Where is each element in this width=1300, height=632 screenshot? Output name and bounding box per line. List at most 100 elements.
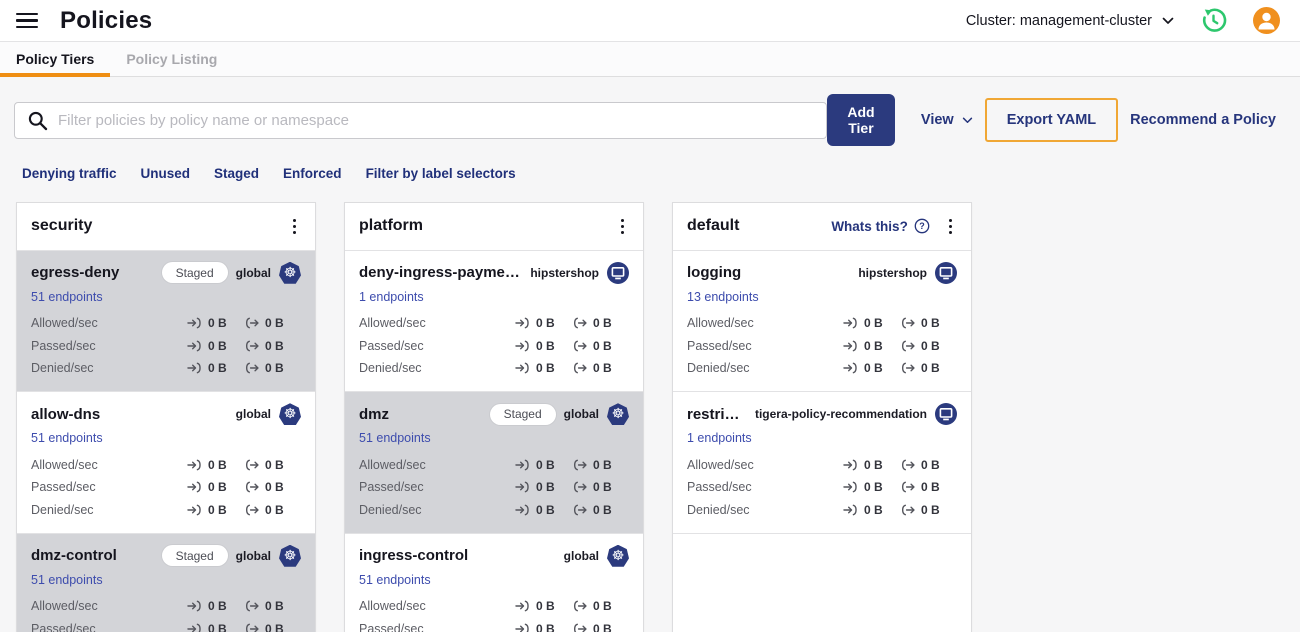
stat-label: Passed/sec	[31, 621, 96, 632]
egress-arrow-icon	[573, 600, 587, 612]
kebab-menu-icon[interactable]	[288, 215, 301, 238]
policy-card-egress-deny[interactable]: egress-deny Staged global ☸ 51 endpoints…	[17, 249, 315, 392]
stat-row: Allowed/sec 0 B 0 B	[359, 312, 629, 335]
tier-header: default Whats this? ?	[673, 203, 971, 250]
hamburger-icon[interactable]	[14, 9, 40, 33]
export-yaml-button[interactable]: Export YAML	[1007, 112, 1096, 128]
ingress-arrow-icon	[843, 504, 857, 515]
endpoints-link[interactable]: 13 endpoints	[687, 290, 759, 304]
egress-arrow-icon	[573, 362, 587, 374]
user-avatar-icon[interactable]	[1253, 7, 1280, 34]
policy-card-dmz[interactable]: dmz Staged global ☸ 51 endpoints Allowed…	[345, 391, 643, 533]
recommend-policy-button[interactable]: Recommend a Policy	[1130, 112, 1276, 128]
endpoints-link[interactable]: 1 endpoints	[687, 431, 752, 445]
ingress-stat: 0 B	[843, 316, 900, 330]
policy-card-restricted[interactable]: restricted tigera-policy-recommendation …	[673, 391, 971, 533]
search-input[interactable]	[58, 111, 814, 129]
chevron-down-icon	[1162, 17, 1174, 24]
policy-name: restricted	[687, 405, 747, 423]
endpoints-link[interactable]: 1 endpoints	[359, 290, 424, 304]
stat-label: Allowed/sec	[359, 457, 426, 472]
stat-row: Denied/sec 0 B 0 B	[359, 357, 629, 380]
egress-value: 0 B	[921, 480, 940, 494]
policy-card-dmz-control[interactable]: dmz-control Staged global ☸ 51 endpoints…	[17, 532, 315, 632]
filter-staged[interactable]: Staged	[214, 166, 259, 181]
tab-policy-tiers[interactable]: Policy Tiers	[0, 42, 111, 77]
history-icon[interactable]	[1200, 7, 1227, 34]
egress-stat: 0 B	[244, 503, 301, 517]
stat-row: Passed/sec 0 B 0 B	[359, 476, 629, 499]
kubernetes-icon: ☸	[279, 261, 301, 284]
policy-scope-label: global	[235, 265, 271, 280]
egress-value: 0 B	[265, 502, 284, 517]
ingress-stat: 0 B	[843, 503, 900, 517]
ingress-stat: 0 B	[843, 339, 900, 353]
view-dropdown[interactable]: View	[921, 112, 973, 128]
policy-name: deny-ingress-paymentservi…	[359, 264, 522, 282]
stat-label: Denied/sec	[31, 361, 94, 375]
stat-row: Allowed/sec 0 B 0 B	[31, 312, 301, 335]
endpoints-link[interactable]: 51 endpoints	[31, 431, 103, 445]
endpoints-link[interactable]: 51 endpoints	[31, 573, 103, 587]
ingress-stat: 0 B	[187, 339, 244, 353]
kubernetes-icon: ☸	[279, 544, 301, 567]
ingress-value: 0 B	[536, 338, 555, 353]
policy-card-header: allow-dns global ☸	[31, 403, 301, 426]
search-icon	[28, 111, 48, 130]
kebab-menu-icon[interactable]	[944, 215, 957, 238]
egress-stat: 0 B	[900, 503, 957, 517]
policy-card-header: dmz Staged global ☸	[359, 403, 629, 426]
staged-badge: Staged	[161, 262, 228, 284]
endpoints-link[interactable]: 51 endpoints	[359, 431, 431, 445]
policy-card-deny-ingress-paymentservi[interactable]: deny-ingress-paymentservi… hipstershop ☸…	[345, 249, 643, 392]
whats-this-link[interactable]: Whats this? ?	[831, 218, 930, 234]
egress-value: 0 B	[921, 457, 940, 472]
egress-arrow-icon	[573, 459, 587, 470]
egress-arrow-icon	[573, 504, 587, 515]
endpoints-link[interactable]: 51 endpoints	[359, 573, 431, 587]
egress-arrow-icon	[901, 481, 915, 493]
kebab-menu-icon[interactable]	[616, 215, 629, 238]
filter-unused[interactable]: Unused	[141, 166, 191, 181]
ingress-arrow-icon	[515, 600, 529, 612]
endpoints-link[interactable]: 51 endpoints	[31, 290, 103, 304]
egress-stat: 0 B	[572, 480, 629, 494]
egress-arrow-icon	[901, 504, 915, 515]
ingress-arrow-icon	[515, 623, 529, 632]
policy-card-allow-dns[interactable]: allow-dns global ☸ 51 endpoints Allowed/…	[17, 391, 315, 533]
egress-value: 0 B	[593, 361, 612, 375]
policy-stats: Allowed/sec0 B0 BPassed/sec0 B0 BDenied/…	[31, 312, 301, 380]
search-box[interactable]	[14, 101, 827, 139]
policy-scope-label: tigera-policy-recommendation	[754, 407, 927, 422]
stat-row: Allowed/sec 0 B 0 B	[687, 312, 957, 335]
egress-value: 0 B	[265, 621, 284, 632]
ingress-arrow-icon	[187, 481, 201, 493]
egress-value: 0 B	[593, 502, 612, 517]
filter-denying-traffic[interactable]: Denying traffic	[22, 166, 117, 181]
policy-card-header: restricted tigera-policy-recommendation …	[687, 403, 957, 426]
egress-stat: 0 B	[244, 480, 301, 494]
add-tier-button[interactable]: Add Tier	[827, 94, 895, 146]
policy-card-header: egress-deny Staged global ☸	[31, 261, 301, 284]
egress-stat: 0 B	[572, 599, 629, 613]
ingress-value: 0 B	[208, 502, 227, 517]
stat-label: Passed/sec	[359, 338, 424, 353]
ingress-value: 0 B	[864, 338, 883, 353]
ingress-arrow-icon	[187, 340, 201, 351]
stat-label: Passed/sec	[687, 338, 752, 353]
filter-enforced[interactable]: Enforced	[283, 166, 342, 181]
cluster-selector[interactable]: Cluster: management-cluster	[966, 13, 1174, 29]
stat-row: Denied/sec 0 B 0 B	[687, 357, 957, 380]
filter-by-label-selectors[interactable]: Filter by label selectors	[366, 166, 516, 181]
egress-stat: 0 B	[572, 622, 629, 632]
tier-name: platform	[359, 217, 423, 235]
stat-label: Denied/sec	[31, 502, 94, 517]
tab-policy-listing[interactable]: Policy Listing	[110, 42, 233, 76]
quick-filters: Denying traffic Unused Staged Enforced F…	[0, 146, 1300, 181]
egress-arrow-icon	[245, 481, 259, 493]
egress-arrow-icon	[573, 317, 587, 329]
policy-card-ingress-control[interactable]: ingress-control global ☸ 51 endpoints Al…	[345, 532, 643, 632]
ingress-arrow-icon	[515, 459, 529, 470]
policy-card-logging[interactable]: logging hipstershop ☸ 13 endpoints Allow…	[673, 249, 971, 392]
policy-card-header: dmz-control Staged global ☸	[31, 544, 301, 567]
